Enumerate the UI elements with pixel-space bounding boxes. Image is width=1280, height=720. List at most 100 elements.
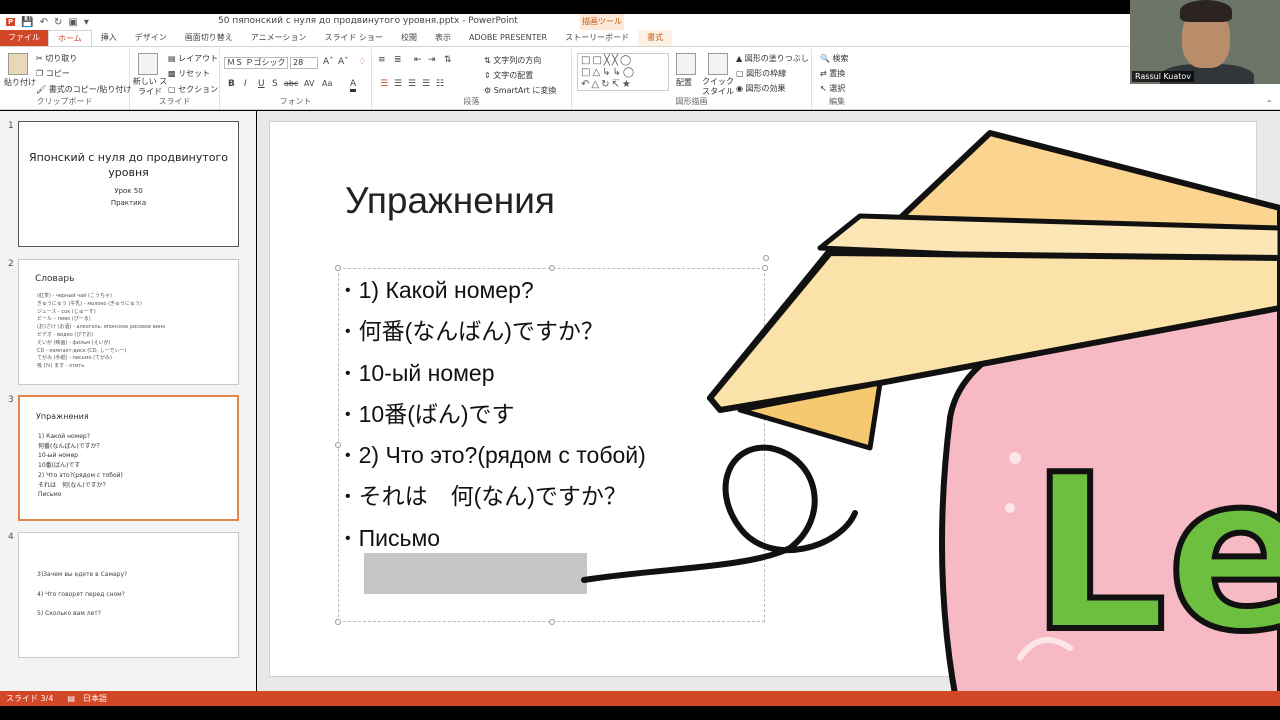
grow-font-icon[interactable]: Aˆ bbox=[323, 57, 334, 67]
slide-counter: スライド 3/4 bbox=[6, 694, 54, 703]
line-spacing-icon[interactable]: ⇅ bbox=[444, 55, 452, 65]
char-spacing-icon[interactable]: AV bbox=[304, 79, 314, 88]
shadow-icon[interactable]: S bbox=[272, 79, 278, 89]
editing-group: 🔍 検索 ⇄ 置換 ↖ 選択 編集 bbox=[812, 49, 862, 109]
align-text-button[interactable]: ⇕ 文字の配置 bbox=[484, 70, 533, 81]
resize-handle[interactable] bbox=[549, 619, 555, 625]
new-slide-icon[interactable] bbox=[138, 53, 158, 75]
save-icon[interactable]: 💾 bbox=[21, 17, 33, 28]
tab-format[interactable]: 書式 bbox=[638, 30, 673, 46]
shape-effects-label: 図形の効果 bbox=[745, 84, 786, 93]
undo-icon[interactable]: ↶ bbox=[40, 17, 48, 28]
italic-icon[interactable]: I bbox=[244, 79, 247, 89]
thumbnail-list: (紅茶) - черный чай (こうちゃ) ぎゅうにゅう (牛乳) - м… bbox=[37, 293, 165, 371]
shrink-font-icon[interactable]: Aˇ bbox=[338, 57, 349, 67]
slide-thumbnail-4[interactable]: 3)Зачем вы едете в Самару? 4) Что говоря… bbox=[18, 532, 239, 658]
bullets-icon[interactable]: ≡ bbox=[378, 55, 386, 65]
layout-button[interactable]: ▤ レイアウト bbox=[168, 53, 218, 64]
cut-button[interactable]: ✂ 切り取り bbox=[36, 53, 77, 64]
smartart-button[interactable]: ⚙ SmartArt に変換 bbox=[484, 85, 556, 96]
align-left-icon[interactable]: ☰ bbox=[380, 79, 388, 89]
section-button[interactable]: ▢ セクション bbox=[168, 84, 218, 95]
tab-storyboard[interactable]: ストーリーボード bbox=[556, 30, 638, 46]
thumbnail-list-item: 1) Какой номер? bbox=[38, 433, 90, 440]
font-size-combo[interactable]: 28 bbox=[290, 57, 318, 69]
new-slide-button[interactable]: 新しい スライド bbox=[132, 77, 168, 97]
font-group: ＭＳ Ｐゴシック 28 Aˆ Aˇ ♢ B I U S abc AV Aa A … bbox=[220, 49, 372, 109]
copy-button[interactable]: ❐ コピー bbox=[36, 68, 70, 79]
shape-effects-button[interactable]: ◉ 図形の効果 bbox=[736, 83, 786, 94]
redo-icon[interactable]: ↻ bbox=[54, 17, 62, 28]
font-color-icon[interactable]: A bbox=[350, 79, 357, 92]
align-text-label: 文字の配置 bbox=[493, 71, 534, 80]
strikethrough-icon[interactable]: abc bbox=[284, 79, 298, 88]
increase-indent-icon[interactable]: ⇥ bbox=[428, 55, 436, 65]
select-button[interactable]: ↖ 選択 bbox=[820, 83, 845, 94]
shape-outline-button[interactable]: ▢ 図形の枠線 bbox=[736, 68, 786, 79]
tab-view[interactable]: 表示 bbox=[426, 30, 460, 46]
thumbnail-list-item: それは 何(なん)ですか？ bbox=[38, 481, 109, 489]
reset-button[interactable]: ▩ リセット bbox=[168, 68, 210, 79]
change-case-icon[interactable]: Aa bbox=[322, 79, 332, 88]
format-painter-button[interactable]: 🖌 書式のコピー/貼り付け bbox=[36, 84, 131, 95]
thumbnail-list-item: 何番(なんばん)ですか？ bbox=[38, 442, 103, 450]
text-direction-button[interactable]: ⇅ 文字列の方向 bbox=[484, 55, 541, 66]
tab-home[interactable]: ホーム bbox=[48, 30, 92, 46]
thumbnail-list: 1) Какой номер? 何番(なんばん)ですか？ 10-ый номер… bbox=[38, 432, 123, 500]
underline-icon[interactable]: U bbox=[258, 79, 265, 89]
paragraph-group: ≡ ≣ ⇤ ⇥ ⇅ ☰ ☰ ☰ ☰ ☷ ⇅ 文字列の方向 ⇕ 文字の配置 ⚙ S… bbox=[372, 49, 572, 109]
notes-icon[interactable]: ▤ bbox=[67, 694, 75, 703]
tab-review[interactable]: 校閲 bbox=[392, 30, 426, 46]
paste-button[interactable]: 貼り付け bbox=[4, 77, 36, 88]
tab-adobe-presenter[interactable]: ADOBE PRESENTER bbox=[460, 30, 556, 46]
tab-insert[interactable]: 挿入 bbox=[92, 30, 126, 46]
thumbnail-list-item: 2) Что это?(рядом с тобой) bbox=[38, 471, 123, 479]
quick-styles-button[interactable]: クイック スタイル bbox=[700, 77, 736, 97]
powerpoint-icon: P bbox=[6, 18, 16, 26]
shape-fill-label: 図形の塗りつぶし bbox=[744, 54, 809, 63]
collapse-ribbon-icon[interactable]: ⌃ bbox=[1266, 99, 1273, 108]
align-right-icon[interactable]: ☰ bbox=[408, 79, 416, 89]
shape-fill-button[interactable]: ▲ 図形の塗りつぶし bbox=[736, 53, 809, 64]
slide-title[interactable]: Упражнения bbox=[345, 180, 555, 222]
thumbnail-sub-line: Урок 50 bbox=[114, 187, 143, 195]
decrease-indent-icon[interactable]: ⇤ bbox=[414, 55, 422, 65]
slide-thumbnail-1[interactable]: Японский с нуля до продвинутого уровня У… bbox=[18, 121, 239, 247]
language-indicator[interactable]: 日本語 bbox=[83, 693, 107, 704]
thumbnail-list-item: (紅茶) - черный чай (こうちゃ) bbox=[37, 293, 112, 299]
resize-handle[interactable] bbox=[335, 442, 341, 448]
align-center-icon[interactable]: ☰ bbox=[394, 79, 402, 89]
resize-handle[interactable] bbox=[335, 265, 341, 271]
bold-icon[interactable]: B bbox=[228, 79, 235, 89]
quick-access-toolbar: P 💾 ↶ ↻ ▣ ▾ bbox=[0, 17, 130, 28]
tab-design[interactable]: デザイン bbox=[126, 30, 176, 46]
shapes-gallery[interactable]: □□╳╳◯ □△↳↳◯ ↶△↻↸★ bbox=[577, 53, 669, 91]
numbering-icon[interactable]: ≣ bbox=[394, 55, 402, 65]
clear-formatting-icon[interactable]: ♢ bbox=[358, 57, 366, 67]
slide-thumbnail-2[interactable]: Словарь (紅茶) - черный чай (こうちゃ) ぎゅうにゅう … bbox=[18, 259, 239, 385]
arrange-button[interactable]: 配置 bbox=[676, 77, 692, 88]
title-bar: P 💾 ↶ ↻ ▣ ▾ 50 пяпонский с нуля до продв… bbox=[0, 14, 1130, 30]
replace-button[interactable]: ⇄ 置換 bbox=[820, 68, 845, 79]
thumbnail-sub-line: Практика bbox=[110, 199, 147, 207]
start-slideshow-icon[interactable]: ▣ bbox=[68, 17, 77, 28]
copy-label: コピー bbox=[45, 69, 70, 78]
justify-icon[interactable]: ☰ bbox=[422, 79, 430, 89]
slide-thumbnail-3[interactable]: Упражнения 1) Какой номер? 何番(なんばん)ですか？ … bbox=[18, 395, 239, 521]
find-button[interactable]: 🔍 検索 bbox=[820, 53, 849, 64]
font-name-combo[interactable]: ＭＳ Ｐゴシック bbox=[224, 57, 288, 69]
customize-qat-icon[interactable]: ▾ bbox=[84, 17, 89, 28]
tab-animations[interactable]: アニメーション bbox=[242, 30, 316, 46]
tab-file[interactable]: ファイル bbox=[0, 30, 48, 46]
thumbnail-title: Словарь bbox=[35, 274, 75, 284]
resize-handle[interactable] bbox=[335, 619, 341, 625]
quick-styles-icon[interactable] bbox=[708, 53, 728, 75]
slide-thumbnails-panel: 1 Японский с нуля до продвинутого уровня… bbox=[0, 111, 256, 691]
paragraph-group-label: 段落 bbox=[463, 97, 480, 106]
arrange-icon[interactable] bbox=[676, 53, 696, 75]
columns-icon[interactable]: ☷ bbox=[436, 79, 444, 89]
webcam-video: Rassul Kuatov bbox=[1130, 0, 1280, 84]
tab-slideshow[interactable]: スライド ショー bbox=[315, 30, 392, 46]
paste-icon[interactable] bbox=[8, 53, 28, 75]
tab-transitions[interactable]: 画面切り替え bbox=[176, 30, 242, 46]
